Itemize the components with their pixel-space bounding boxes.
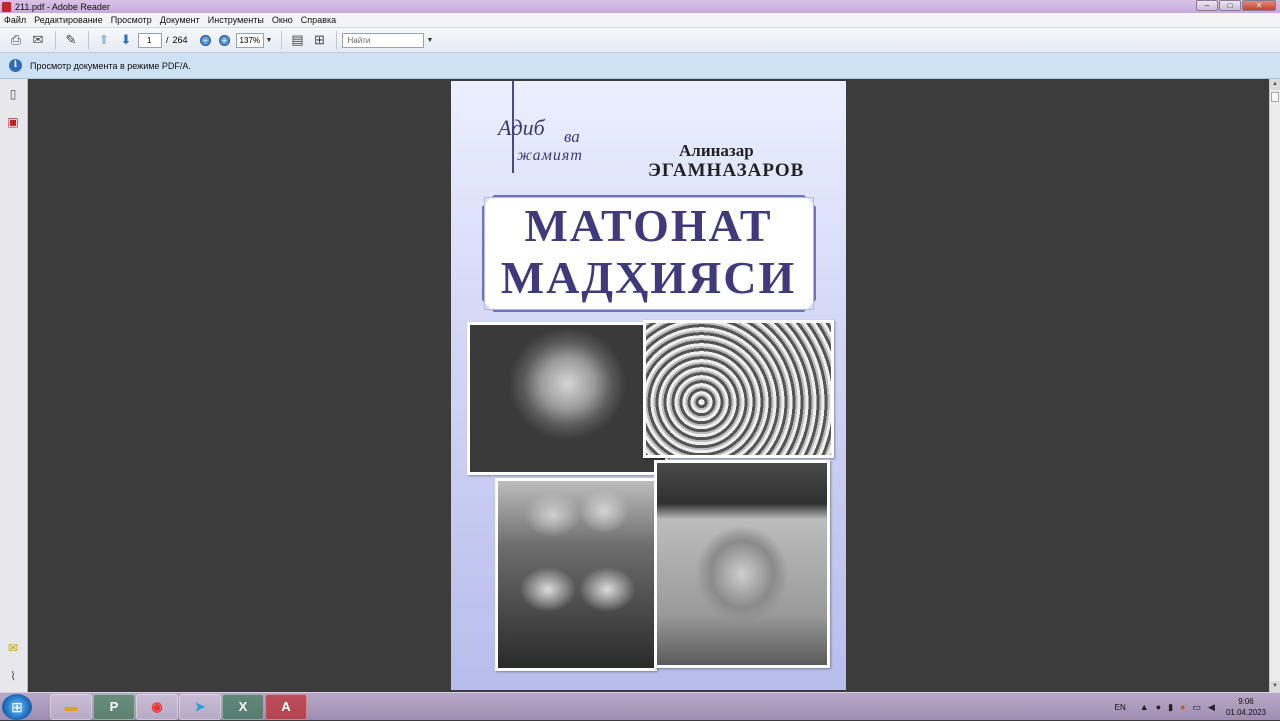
zoom-in-icon[interactable]: + <box>218 34 230 46</box>
fit-page-icon[interactable]: ⊞ <box>309 30 329 50</box>
author-last-name: ЭГАМНАЗАРОВ <box>648 160 805 181</box>
pages-icon[interactable]: ▯ <box>6 87 20 103</box>
window-title: 211.pdf - Adobe Reader <box>15 1 110 12</box>
close-icon[interactable]: ✕ <box>1242 0 1276 11</box>
scroll-thumb[interactable] <box>1271 92 1279 102</box>
notification-icon[interactable]: ● <box>1180 702 1185 712</box>
toolbar-divider <box>281 31 283 49</box>
zoom-input[interactable]: 137% <box>235 32 264 48</box>
toolbar-divider <box>336 31 338 49</box>
scroll-up-icon[interactable]: ▲ <box>1270 79 1280 90</box>
toolbar: ⎙ ✉ ✎ ⬆ ⬇ 1 / 264 − + 137% ▼ ▤ ⊞ Найти ▼ <box>0 28 1280 53</box>
clock-time: 9:06 <box>1238 697 1254 706</box>
book-title-line1: МАТОНАТ <box>524 200 773 251</box>
photo-family <box>495 478 657 671</box>
print-icon[interactable]: ⎙ <box>6 30 26 50</box>
vertical-scrollbar[interactable]: ▲ ▼ <box>1269 79 1280 692</box>
series-name-middle: ва <box>564 127 580 146</box>
photo-elderly-woman <box>467 322 668 475</box>
maximize-icon[interactable]: □ <box>1219 0 1241 11</box>
clock[interactable]: 9:06 01.04.2023 <box>1226 696 1266 718</box>
start-button[interactable]: ⊞ <box>2 693 32 720</box>
attachments-icon[interactable]: ⌇ <box>6 669 20 685</box>
book-cover-page: Адиб ва жамият Алиназар ЭГАМНАЗАРОВ МАТО… <box>451 81 846 690</box>
chevron-down-icon[interactable]: ▼ <box>266 37 273 44</box>
menu-tools[interactable]: Инструменты <box>208 15 264 25</box>
tray-expand-icon[interactable]: ▲ <box>1140 702 1149 712</box>
photo-soldier <box>654 460 830 668</box>
minimize-icon[interactable]: – <box>1196 0 1218 11</box>
project-app-icon[interactable]: P <box>93 693 135 720</box>
page-separator: / <box>166 35 169 45</box>
title-bar: 211.pdf - Adobe Reader – □ ✕ <box>0 0 1280 13</box>
window-controls: – □ ✕ <box>1196 0 1276 11</box>
scroll-down-icon[interactable]: ▼ <box>1270 681 1280 692</box>
zoom-out-icon[interactable]: − <box>199 34 211 46</box>
pdf-app-icon <box>2 1 11 12</box>
menu-edit[interactable]: Редактирование <box>34 15 103 25</box>
share-icon[interactable]: ✉ <box>28 30 48 50</box>
comments-icon[interactable]: ✉ <box>6 641 20 657</box>
chevron-down-icon[interactable]: ▼ <box>426 37 433 44</box>
page-number-input[interactable]: 1 <box>138 32 162 48</box>
next-page-icon[interactable]: ⬇ <box>116 30 136 50</box>
info-icon: i <box>9 59 22 72</box>
adobe-reader-icon[interactable]: A <box>265 693 307 720</box>
pdfa-icon[interactable]: ▣ <box>6 115 20 131</box>
toolbar-divider <box>88 31 89 49</box>
menu-document[interactable]: Документ <box>160 15 200 25</box>
excel-icon[interactable]: X <box>222 693 264 720</box>
fit-width-icon[interactable]: ▤ <box>287 30 307 50</box>
find-input[interactable]: Найти <box>342 32 425 48</box>
clock-date: 01.04.2023 <box>1225 708 1266 717</box>
system-tray: EN ▲ ● ▮ ● ▭ ◀ 9:06 01.04.2023 <box>1115 693 1280 721</box>
chrome-icon[interactable]: ◉ <box>136 693 178 720</box>
previous-page-icon[interactable]: ⬆ <box>94 30 114 50</box>
file-explorer-icon[interactable]: ▬ <box>50 693 92 720</box>
language-indicator[interactable]: EN <box>1115 703 1126 712</box>
volume-icon[interactable]: ◀ <box>1208 702 1215 713</box>
series-name-top: Адиб <box>498 115 545 140</box>
toolbar-divider <box>55 31 56 49</box>
info-bar: i Просмотр документа в режиме PDF/A. <box>0 53 1280 79</box>
network-icon[interactable]: ▮ <box>1168 702 1173 713</box>
series-name-bottom: жамият <box>517 147 583 164</box>
menu-file[interactable]: Файл <box>4 15 26 25</box>
author-first-name: Алиназар <box>679 141 754 160</box>
menu-window[interactable]: Окно <box>272 15 293 25</box>
taskbar: ⊞ ▬ P ◉ ➤ X A EN ▲ ● ▮ ● ▭ ◀ 9:06 01.04.… <box>0 692 1280 720</box>
display-icon[interactable]: ▭ <box>1193 702 1202 713</box>
photo-group-children <box>643 320 834 458</box>
info-message: Просмотр документа в режиме PDF/A. <box>30 60 191 71</box>
navigation-panel: ▯ ▣ ✉ ⌇ <box>0 79 28 692</box>
menu-bar: Файл Редактирование Просмотр Документ Ин… <box>0 13 1280 28</box>
tray-app-icon[interactable]: ● <box>1156 702 1161 712</box>
telegram-icon[interactable]: ➤ <box>179 693 221 720</box>
page-total: 264 <box>172 35 188 45</box>
comment-icon[interactable]: ✎ <box>61 30 81 50</box>
menu-view[interactable]: Просмотр <box>111 15 152 25</box>
book-title-line2: МАДҲИЯСИ <box>500 252 797 303</box>
menu-help[interactable]: Справка <box>301 15 336 25</box>
